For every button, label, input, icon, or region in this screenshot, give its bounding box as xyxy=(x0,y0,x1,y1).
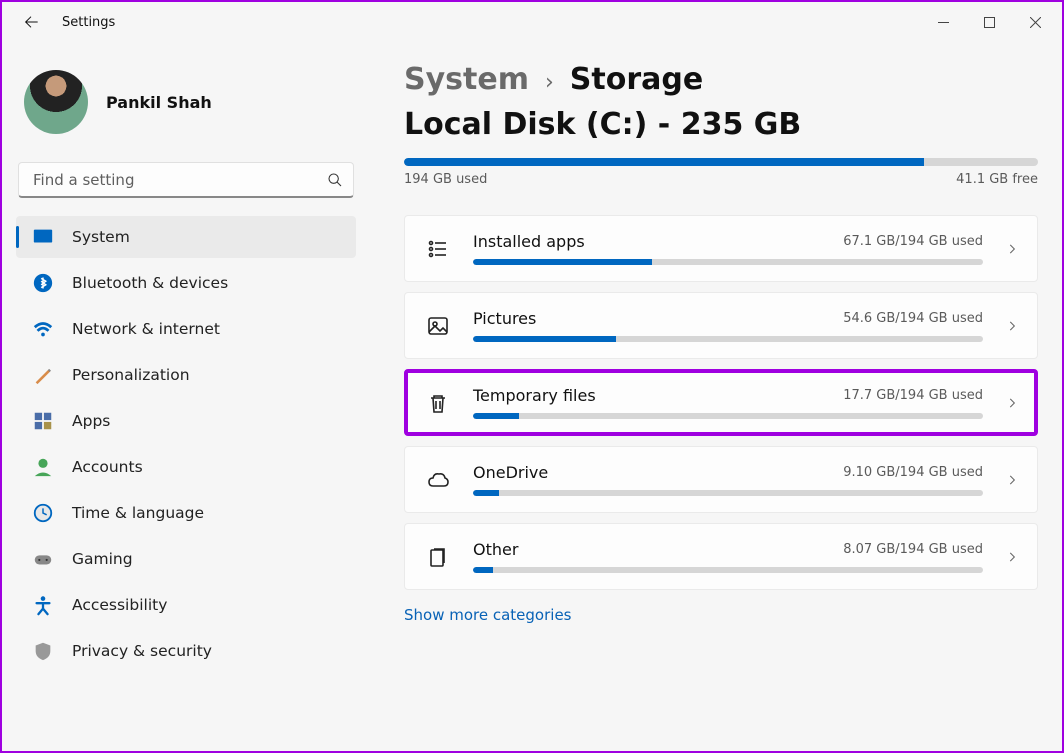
chevron-right-icon xyxy=(1005,396,1019,410)
breadcrumb-parent[interactable]: System xyxy=(404,62,529,97)
personalization-icon xyxy=(32,364,54,386)
category-title: Installed apps xyxy=(473,232,585,251)
disk-usage-fill xyxy=(404,158,924,166)
category-used-label: 54.6 GB/194 GB used xyxy=(843,311,983,326)
nav-label: Accessibility xyxy=(72,596,167,614)
nav-item-privacy[interactable]: Privacy & security xyxy=(16,630,356,672)
content: System › Storage Local Disk (C:) - 235 G… xyxy=(384,62,1038,751)
chevron-right-icon xyxy=(1005,473,1019,487)
nav-item-wifi[interactable]: Network & internet xyxy=(16,308,356,350)
category-bar-fill xyxy=(473,567,493,573)
gaming-icon xyxy=(32,548,54,570)
cloud-icon xyxy=(425,467,451,493)
nav-label: Apps xyxy=(72,412,110,430)
minimize-button[interactable] xyxy=(920,6,966,38)
disk-usage-bar xyxy=(404,158,1038,166)
category-used-label: 17.7 GB/194 GB used xyxy=(843,388,983,403)
nav-item-personalization[interactable]: Personalization xyxy=(16,354,356,396)
nav-label: Bluetooth & devices xyxy=(72,274,228,292)
nav-label: Network & internet xyxy=(72,320,220,338)
category-picture[interactable]: Pictures 54.6 GB/194 GB used xyxy=(404,292,1038,359)
close-icon xyxy=(1030,17,1041,28)
picture-icon xyxy=(425,313,451,339)
category-list: Installed apps 67.1 GB/194 GB used Pictu… xyxy=(404,215,1038,590)
category-used-label: 8.07 GB/194 GB used xyxy=(843,542,983,557)
category-cloud[interactable]: OneDrive 9.10 GB/194 GB used xyxy=(404,446,1038,513)
category-title: Other xyxy=(473,540,518,559)
apps-list-icon xyxy=(425,236,451,262)
nav-label: Gaming xyxy=(72,550,133,568)
avatar xyxy=(24,70,88,134)
category-bar-fill xyxy=(473,336,616,342)
other-icon xyxy=(425,544,451,570)
nav-item-system[interactable]: System xyxy=(16,216,356,258)
profile-name: Pankil Shah xyxy=(106,93,212,112)
nav-item-apps[interactable]: Apps xyxy=(16,400,356,442)
system-icon xyxy=(32,226,54,248)
bluetooth-icon xyxy=(32,272,54,294)
nav-label: Personalization xyxy=(72,366,190,384)
disk-used-label: 194 GB used xyxy=(404,172,487,187)
category-title: OneDrive xyxy=(473,463,548,482)
nav-label: System xyxy=(72,228,130,246)
nav-label: Time & language xyxy=(72,504,204,522)
category-bar xyxy=(473,413,983,419)
sidebar: Pankil Shah System Bluetooth & devices Net… xyxy=(16,62,384,751)
chevron-right-icon xyxy=(1005,319,1019,333)
nav-item-time[interactable]: Time & language xyxy=(16,492,356,534)
category-title: Pictures xyxy=(473,309,536,328)
chevron-right-icon xyxy=(1005,242,1019,256)
disk-title: Local Disk (C:) - 235 GB xyxy=(404,107,1038,142)
category-apps-list[interactable]: Installed apps 67.1 GB/194 GB used xyxy=(404,215,1038,282)
breadcrumb-separator-icon: › xyxy=(545,70,554,95)
category-used-label: 9.10 GB/194 GB used xyxy=(843,465,983,480)
nav-item-accessibility[interactable]: Accessibility xyxy=(16,584,356,626)
category-title: Temporary files xyxy=(473,386,596,405)
show-more-link[interactable]: Show more categories xyxy=(404,606,572,624)
category-bar-fill xyxy=(473,259,652,265)
close-button[interactable] xyxy=(1012,6,1058,38)
minimize-icon xyxy=(938,17,949,28)
wifi-icon xyxy=(32,318,54,340)
nav-item-accounts[interactable]: Accounts xyxy=(16,446,356,488)
category-other[interactable]: Other 8.07 GB/194 GB used xyxy=(404,523,1038,590)
search-icon xyxy=(327,172,343,188)
breadcrumb: System › Storage xyxy=(404,62,1038,97)
privacy-icon xyxy=(32,640,54,662)
nav-label: Privacy & security xyxy=(72,642,212,660)
search-box[interactable] xyxy=(18,162,354,198)
category-bar xyxy=(473,567,983,573)
search-input[interactable] xyxy=(33,171,327,189)
category-trash[interactable]: Temporary files 17.7 GB/194 GB used xyxy=(404,369,1038,436)
category-bar-fill xyxy=(473,413,519,419)
breadcrumb-current: Storage xyxy=(570,62,703,97)
profile-section[interactable]: Pankil Shah xyxy=(16,62,356,162)
maximize-icon xyxy=(984,17,995,28)
back-button[interactable] xyxy=(22,13,40,31)
maximize-button[interactable] xyxy=(966,6,1012,38)
category-bar-fill xyxy=(473,490,499,496)
category-bar xyxy=(473,490,983,496)
apps-icon xyxy=(32,410,54,432)
disk-usage-labels: 194 GB used 41.1 GB free xyxy=(404,172,1038,187)
category-used-label: 67.1 GB/194 GB used xyxy=(843,234,983,249)
nav-list: System Bluetooth & devices Network & inter… xyxy=(16,216,356,672)
accounts-icon xyxy=(32,456,54,478)
trash-icon xyxy=(425,390,451,416)
accessibility-icon xyxy=(32,594,54,616)
category-bar xyxy=(473,336,983,342)
time-icon xyxy=(32,502,54,524)
titlebar: Settings xyxy=(2,2,1062,42)
nav-item-bluetooth[interactable]: Bluetooth & devices xyxy=(16,262,356,304)
nav-item-gaming[interactable]: Gaming xyxy=(16,538,356,580)
nav-label: Accounts xyxy=(72,458,143,476)
category-bar xyxy=(473,259,983,265)
app-title: Settings xyxy=(62,15,115,30)
chevron-right-icon xyxy=(1005,550,1019,564)
back-arrow-icon xyxy=(23,14,39,30)
disk-free-label: 41.1 GB free xyxy=(956,172,1038,187)
